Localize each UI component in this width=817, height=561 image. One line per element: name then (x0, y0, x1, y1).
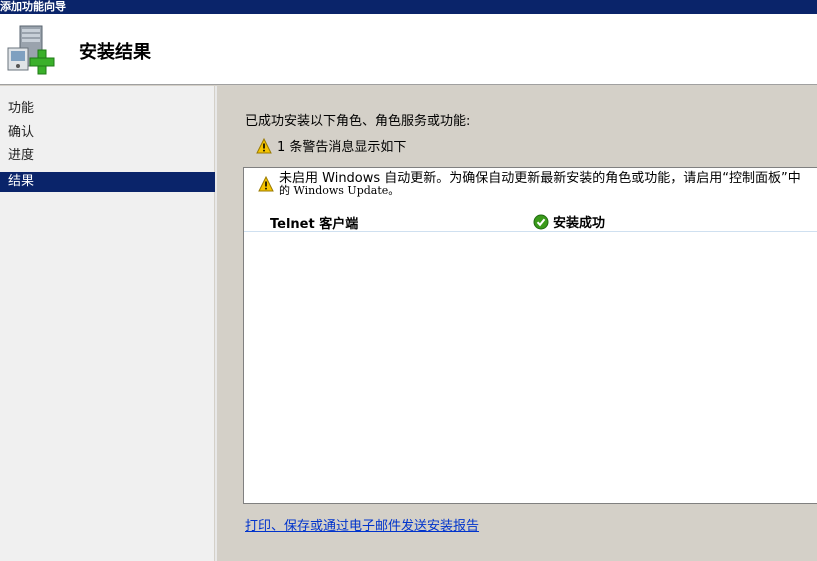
feature-name: Telnet 客户端 (270, 217, 359, 232)
window-title: 添加功能向导 (0, 0, 817, 14)
install-status: 安装成功 (533, 212, 605, 231)
warning-summary-text: 1 条警告消息显示如下 (277, 140, 407, 155)
page-title: 安装结果 (79, 42, 151, 63)
sidebar-item-confirm[interactable]: 确认 (0, 123, 215, 143)
results-panel: 未启用 Windows 自动更新。为确保自动更新最新安装的角色或功能，请启用“控… (243, 167, 817, 504)
results-intro-text: 已成功安装以下角色、角色服务或功能: (245, 114, 471, 129)
wizard-steps-sidebar: 功能 确认 进度 结果 (0, 86, 215, 561)
install-status-text: 安装成功 (553, 216, 606, 231)
sidebar-divider (215, 86, 217, 561)
warning-summary: 1 条警告消息显示如下 (256, 136, 406, 155)
sidebar-item-features[interactable]: 功能 (0, 99, 215, 119)
report-link[interactable]: 打印、保存或通过电子邮件发送安装报告 (245, 515, 479, 534)
warning-icon (258, 175, 274, 192)
warning-icon (256, 137, 272, 154)
sidebar-item-progress[interactable]: 进度 (0, 146, 215, 166)
success-check-icon (533, 214, 549, 230)
server-add-icon (6, 24, 60, 76)
header-banner: 安装结果 (0, 14, 817, 85)
sidebar-item-results[interactable]: 结果 (0, 172, 215, 192)
table-row: Telnet 客户端 安装成功 (244, 210, 817, 232)
update-warning-line2: 的 Windows Update。 (279, 184, 400, 197)
